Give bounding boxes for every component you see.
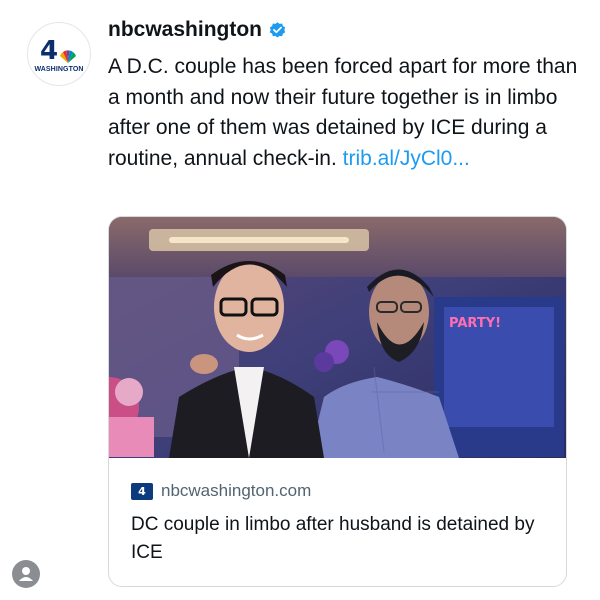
post-text: A D.C. couple has been forced apart for … [108, 52, 578, 174]
account-name[interactable]: nbcwashington [108, 18, 262, 42]
account-header: nbcwashington [108, 18, 287, 42]
avatar-city: WASHINGTON [34, 65, 84, 73]
card-title[interactable]: DC couple in limbo after husband is deta… [131, 511, 551, 567]
post-link[interactable]: trib.al/JyCl0... [343, 147, 470, 170]
nbc-logo-icon: 4 [131, 482, 153, 500]
avatar-logo: 4 [40, 36, 78, 64]
link-preview-card[interactable]: PARTY! 4 nbcwashington.com DC couple in … [108, 216, 567, 587]
card-domain: nbcwashington.com [161, 481, 312, 500]
account-avatar[interactable]: 4 WASHINGTON [27, 22, 91, 86]
card-image[interactable]: PARTY! [109, 217, 567, 458]
user-avatar[interactable] [12, 560, 40, 588]
peacock-icon [60, 49, 77, 63]
verified-badge-icon [269, 21, 286, 38]
card-source: 4 nbcwashington.com [131, 481, 311, 501]
party-sign-text: PARTY! [449, 316, 501, 331]
user-icon [19, 567, 33, 581]
avatar-number: 4 [39, 35, 59, 66]
